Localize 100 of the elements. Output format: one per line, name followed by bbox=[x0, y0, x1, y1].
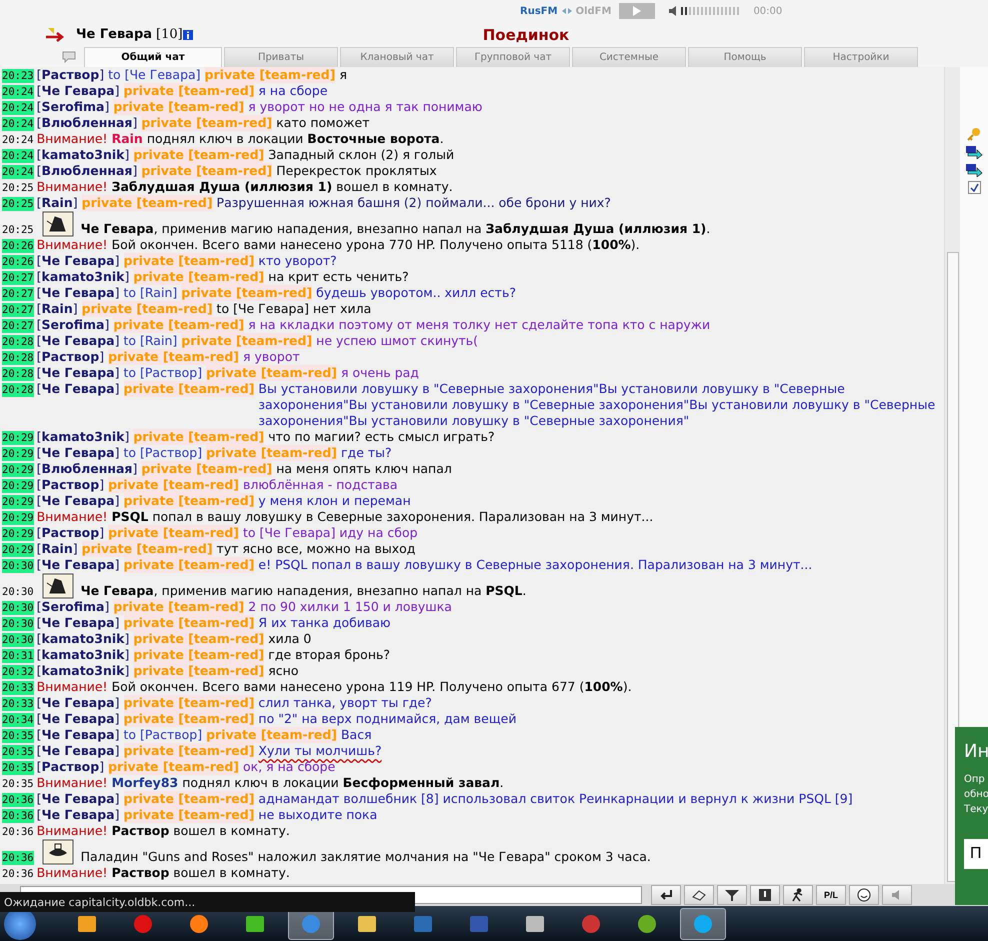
channel-tag: private [team-red] bbox=[133, 647, 264, 663]
alert-label: Внимание! bbox=[36, 679, 108, 695]
chat-time: 20:25 bbox=[2, 223, 34, 237]
chat-time: 20:29 bbox=[2, 447, 34, 461]
chat-time: 20:28 bbox=[2, 351, 34, 365]
chat-time: 20:29 bbox=[2, 495, 34, 509]
alert-label: Внимание! bbox=[36, 179, 108, 195]
chat-time: 20:27 bbox=[2, 319, 34, 333]
chat-time: 20:36 bbox=[2, 851, 34, 865]
chat-time: 20:33 bbox=[2, 681, 34, 695]
track-time: 00:00 bbox=[753, 6, 782, 16]
chat-time: 20:27 bbox=[2, 287, 34, 301]
chat-time: 20:23 bbox=[2, 69, 34, 83]
alert-label: Внимание! bbox=[36, 237, 108, 253]
message-text: to [Че Гевара] иду на сбор bbox=[243, 525, 418, 541]
chat-time: 20:29 bbox=[2, 479, 34, 493]
system-text: Бой окончен. Всего вами нанесено урона 770 HP. Получено опыта 5118 (100%). bbox=[112, 237, 640, 253]
alert-label: Внимание! bbox=[36, 775, 108, 791]
channel-tag: private [team-red] bbox=[206, 445, 337, 461]
channel-tag: private [team-red] bbox=[124, 493, 254, 509]
channel-tag: private [team-red] bbox=[181, 333, 312, 349]
chat-time: 20:27 bbox=[2, 303, 34, 317]
player-name: PSQL bbox=[112, 509, 148, 525]
channel-tag: private [team-red] bbox=[124, 791, 254, 807]
message-text: Вася bbox=[340, 727, 372, 743]
channel-tag: private [team-red] bbox=[124, 743, 254, 759]
chat-time: 20:29 bbox=[2, 431, 34, 445]
alert-label: Внимание! bbox=[36, 823, 108, 839]
spell-text: Паладин "Guns and Roses" наложил заклятие молчания на "Че Гевара" сроком 3 часа. bbox=[80, 849, 651, 865]
message-text: Хули ты молчишь? bbox=[258, 743, 382, 759]
message-text: to [Че Гевара] нет хила bbox=[216, 301, 372, 317]
alert-label: Внимание! bbox=[36, 131, 108, 147]
chat-time: 20:33 bbox=[2, 697, 34, 711]
chat-time: 20:28 bbox=[2, 335, 34, 349]
message-text: на крит есть ченить? bbox=[268, 269, 409, 285]
status-tooltip: Ожидание capitalcity.oldbk.com... bbox=[0, 892, 415, 912]
chat-time: 20:25 bbox=[2, 181, 34, 195]
chat-time: 20:29 bbox=[2, 511, 34, 525]
chat-time: 20:29 bbox=[2, 463, 34, 477]
channel-tag: private [team-red] bbox=[133, 663, 264, 679]
chat-time: 20:24 bbox=[2, 101, 34, 115]
message-text: не успею шмот скинуть( bbox=[316, 333, 478, 349]
channel-tag: private [team-red] bbox=[82, 195, 213, 211]
channel-tag: private [team-red] bbox=[141, 163, 272, 179]
message-text: я уворот но не одна я так понимаю bbox=[248, 99, 482, 115]
channel-tag: private [team-red] bbox=[133, 147, 264, 163]
character-name: Че Гевара bbox=[76, 27, 152, 42]
message-text: Западный склон (2) я голый bbox=[268, 147, 454, 163]
channel-tag: private [team-red] bbox=[108, 477, 239, 493]
message-text: я на ккладки поэтому от меня толку нет сделайте топа кто с наружи bbox=[248, 317, 710, 333]
spell-text: Че Гевара, применив магию нападения, внезапно напал на PSQL. bbox=[80, 583, 526, 599]
channel-tag: private [team-red] bbox=[124, 695, 254, 711]
channel-tag: private [team-red] bbox=[113, 99, 244, 115]
channel-tag: private [team-red] bbox=[124, 807, 254, 823]
channel-tag: private [team-red] bbox=[141, 115, 272, 131]
channel-tag: private [team-red] bbox=[113, 317, 244, 333]
chat-time: 20:35 bbox=[2, 729, 34, 743]
chat-time: 20:30 bbox=[2, 617, 34, 631]
message-text: я bbox=[339, 67, 347, 83]
message-text: слил танка, уворт ты где? bbox=[258, 695, 432, 711]
channel-tag: private [team-red] bbox=[124, 253, 254, 269]
chat-time: 20:35 bbox=[2, 745, 34, 759]
chat-time: 20:30 bbox=[2, 633, 34, 647]
channel-tag: private [team-red] bbox=[124, 615, 254, 631]
channel-tag: private [team-red] bbox=[124, 83, 254, 99]
channel-tag: private [team-red] bbox=[181, 285, 312, 301]
chat-time: 20:26 bbox=[2, 255, 34, 269]
channel-tag: private [team-red] bbox=[124, 557, 254, 573]
player-name: Morfey83 bbox=[112, 775, 178, 791]
channel-tag: private [team-red] bbox=[108, 759, 239, 775]
system-text: Раствор вошел в комнату. bbox=[112, 865, 290, 881]
message-text: у меня клон и переман bbox=[258, 493, 411, 509]
channel-tag: private [team-red] bbox=[124, 381, 254, 397]
system-text: Бой окончен. Всего вами нанесено урона 119 HP. Получено опыта 677 (100%). bbox=[112, 679, 632, 695]
channel-tag: private [team-red] bbox=[108, 525, 239, 541]
message-text: влюблённая - подстава bbox=[243, 477, 398, 493]
alert-label: Внимание! bbox=[36, 509, 108, 525]
chat-time: 20:35 bbox=[2, 761, 34, 775]
message-text: Я их танка добиваю bbox=[258, 615, 391, 631]
message-text: хила 0 bbox=[268, 631, 312, 647]
popup-text: обно bbox=[964, 789, 988, 800]
chat-time: 20:36 bbox=[2, 825, 34, 839]
popup-text: Опр bbox=[964, 774, 986, 785]
popup-title: Ин bbox=[964, 741, 988, 762]
chat-time: 20:31 bbox=[2, 649, 34, 663]
message-text: е! PSQL попал в вашу ловушку в Северные захоронения. Парализован на 3 минут... bbox=[258, 557, 812, 573]
chat-time: 20:24 bbox=[2, 133, 34, 147]
channel-tag: private [team-red] bbox=[133, 631, 264, 647]
spell-text: Че Гевара, применив магию нападения, внезапно напал на Заблудшая Душа (иллюзия 1). bbox=[80, 221, 710, 237]
channel-tag: private [team-red] bbox=[113, 599, 244, 615]
message-text: кто уворот? bbox=[258, 253, 337, 269]
location-title: Поединок bbox=[482, 26, 570, 44]
channel-tag: private [team-red] bbox=[206, 365, 337, 381]
message-text: 2 по 90 хилки 1 150 и ловушка bbox=[248, 599, 452, 615]
channel-tag: private [team-red] bbox=[108, 349, 239, 365]
system-text: Раствор вошел в комнату. bbox=[112, 823, 290, 839]
message-text: я уворот bbox=[243, 349, 300, 365]
chat-time: 20:24 bbox=[2, 149, 34, 163]
channel-tag: private [team-red] bbox=[133, 269, 264, 285]
channel-tag: private [team-red] bbox=[133, 429, 264, 445]
